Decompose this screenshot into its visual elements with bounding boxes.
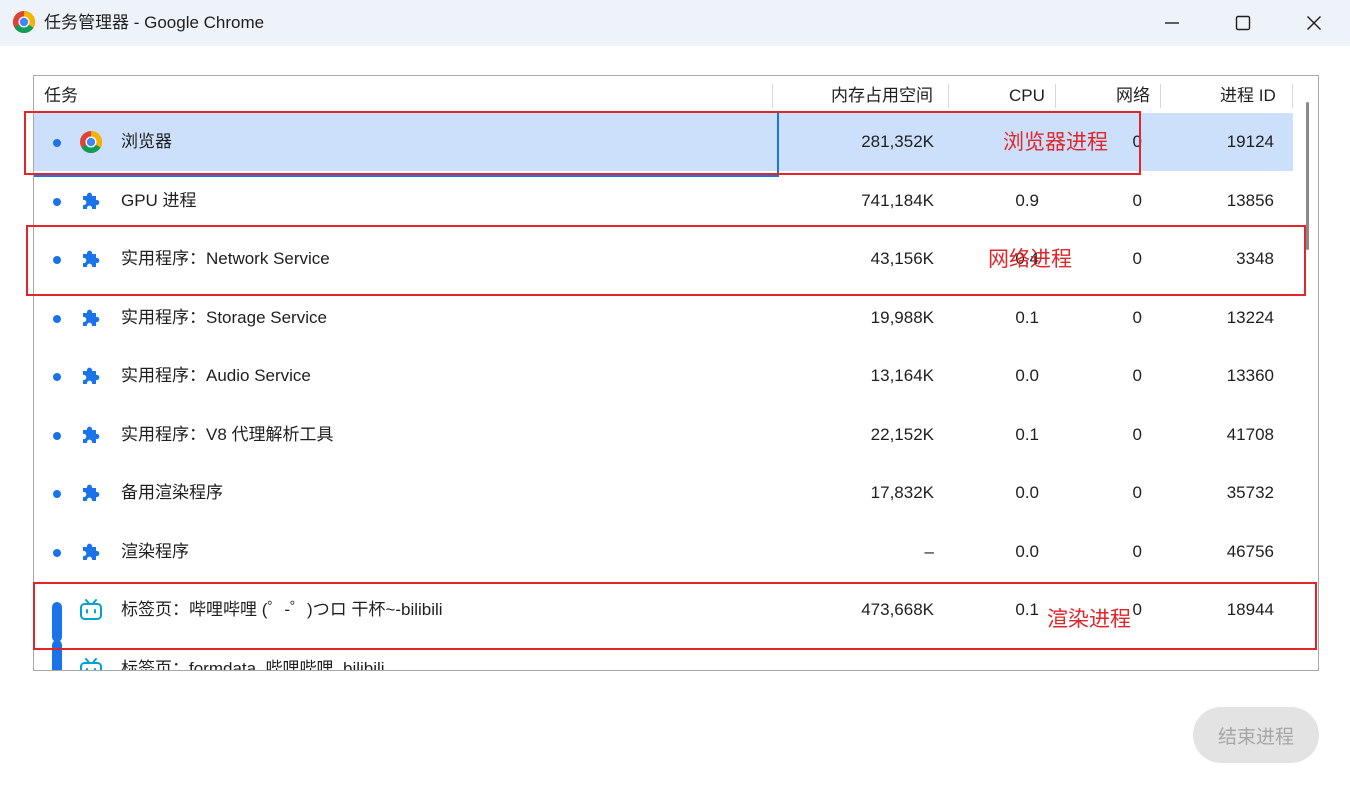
process-id: 13360	[1226, 366, 1274, 385]
annotation-label: 浏览器进程	[1003, 131, 1108, 154]
process-dot-icon	[53, 314, 61, 323]
table-row[interactable]: 渲染程序 – 0.0 0 46756	[34, 523, 1293, 581]
memory-value: 17,832K	[870, 483, 934, 502]
annotation-box	[24, 111, 1141, 175]
column-header-task[interactable]: 任务	[44, 85, 78, 107]
process-id: 13224	[1226, 307, 1274, 327]
process-dot-icon	[53, 548, 61, 557]
network-value: 0	[1132, 366, 1142, 385]
chrome-icon	[13, 11, 35, 33]
network-value: 0	[1132, 541, 1142, 561]
cpu-value: 0.9	[1015, 190, 1039, 210]
task-name: 标签页：formdata_哔哩哔哩_bilibili	[121, 658, 385, 671]
process-id: 19124	[1226, 132, 1274, 151]
puzzle-icon	[83, 192, 100, 209]
puzzle-icon	[83, 426, 100, 443]
close-icon	[1307, 16, 1321, 30]
task-manager-window: 任务管理器 - Google Chrome 任务 内存占用空间 CPU 网络 进…	[0, 0, 1350, 793]
cpu-value: 0.0	[1015, 483, 1039, 502]
network-value: 0	[1132, 190, 1142, 210]
process-id: 13856	[1226, 190, 1274, 210]
task-name: 渲染程序	[121, 541, 189, 561]
column-divider[interactable]	[1160, 84, 1161, 108]
puzzle-icon	[83, 309, 100, 326]
end-process-button[interactable]: 结束进程	[1193, 707, 1319, 763]
minimize-icon	[1165, 22, 1179, 24]
cpu-value: 0.1	[1015, 307, 1039, 327]
process-dot-icon	[53, 431, 61, 440]
annotation-box	[26, 225, 1306, 296]
close-button[interactable]	[1279, 0, 1349, 46]
column-divider[interactable]	[948, 84, 949, 108]
network-value: 0	[1132, 307, 1142, 327]
memory-value: 22,152K	[870, 424, 934, 444]
task-name: 实用程序：V8 代理解析工具	[121, 424, 334, 444]
table-row[interactable]: 实用程序：V8 代理解析工具 22,152K 0.1 0 41708	[34, 406, 1293, 464]
process-dot-icon	[53, 197, 61, 206]
window-title: 任务管理器 - Google Chrome	[44, 13, 265, 32]
task-name: 实用程序：Audio Service	[121, 366, 311, 385]
network-value: 0	[1132, 483, 1142, 502]
process-id: 46756	[1226, 541, 1274, 561]
annotation-label: 渲染进程	[1047, 608, 1131, 631]
table-row[interactable]: GPU 进程 741,184K 0.9 0 13856	[34, 172, 1293, 230]
process-dot-icon	[53, 490, 61, 498]
cpu-value: 0.0	[1015, 541, 1039, 561]
puzzle-icon	[83, 543, 100, 560]
bilibili-icon	[80, 657, 102, 670]
annotation-label: 网络进程	[988, 248, 1072, 271]
cpu-value: 0.1	[1015, 424, 1039, 444]
puzzle-icon	[83, 484, 100, 501]
memory-value: 13,164K	[870, 366, 934, 385]
process-dot-icon	[53, 373, 61, 381]
network-value: 0	[1132, 424, 1142, 444]
memory-value: 19,988K	[870, 307, 934, 327]
table-row[interactable]: 实用程序：Audio Service 13,164K 0.0 0 13360	[34, 347, 1293, 405]
column-header-cpu[interactable]: CPU	[1009, 85, 1045, 107]
column-header-network[interactable]: 网络	[1116, 85, 1150, 107]
title-bar: 任务管理器 - Google Chrome	[0, 0, 1350, 46]
memory-value: 741,184K	[861, 190, 934, 210]
maximize-icon	[1235, 15, 1251, 31]
memory-value: –	[924, 541, 934, 561]
column-divider[interactable]	[1055, 84, 1056, 108]
task-name: 实用程序：Storage Service	[121, 307, 327, 327]
table-header: 任务 内存占用空间 CPU 网络 进程 ID	[34, 76, 1306, 114]
task-name: 备用渲染程序	[121, 483, 223, 502]
task-name: GPU 进程	[121, 190, 197, 210]
column-divider[interactable]	[772, 84, 773, 108]
column-header-memory[interactable]: 内存占用空间	[831, 85, 933, 107]
puzzle-icon	[83, 367, 100, 384]
process-id: 35732	[1226, 483, 1274, 502]
vertical-scrollbar[interactable]	[1306, 102, 1309, 250]
table-row[interactable]: 备用渲染程序 17,832K 0.0 0 35732	[34, 464, 1293, 522]
column-header-pid[interactable]: 进程 ID	[1220, 85, 1276, 107]
cpu-value: 0.0	[1015, 366, 1039, 385]
process-id: 41708	[1226, 424, 1274, 444]
maximize-button[interactable]	[1208, 0, 1278, 46]
column-divider[interactable]	[1292, 84, 1293, 108]
minimize-button[interactable]	[1137, 0, 1207, 46]
table-row[interactable]: 实用程序：Storage Service 19,988K 0.1 0 13224	[34, 289, 1293, 347]
